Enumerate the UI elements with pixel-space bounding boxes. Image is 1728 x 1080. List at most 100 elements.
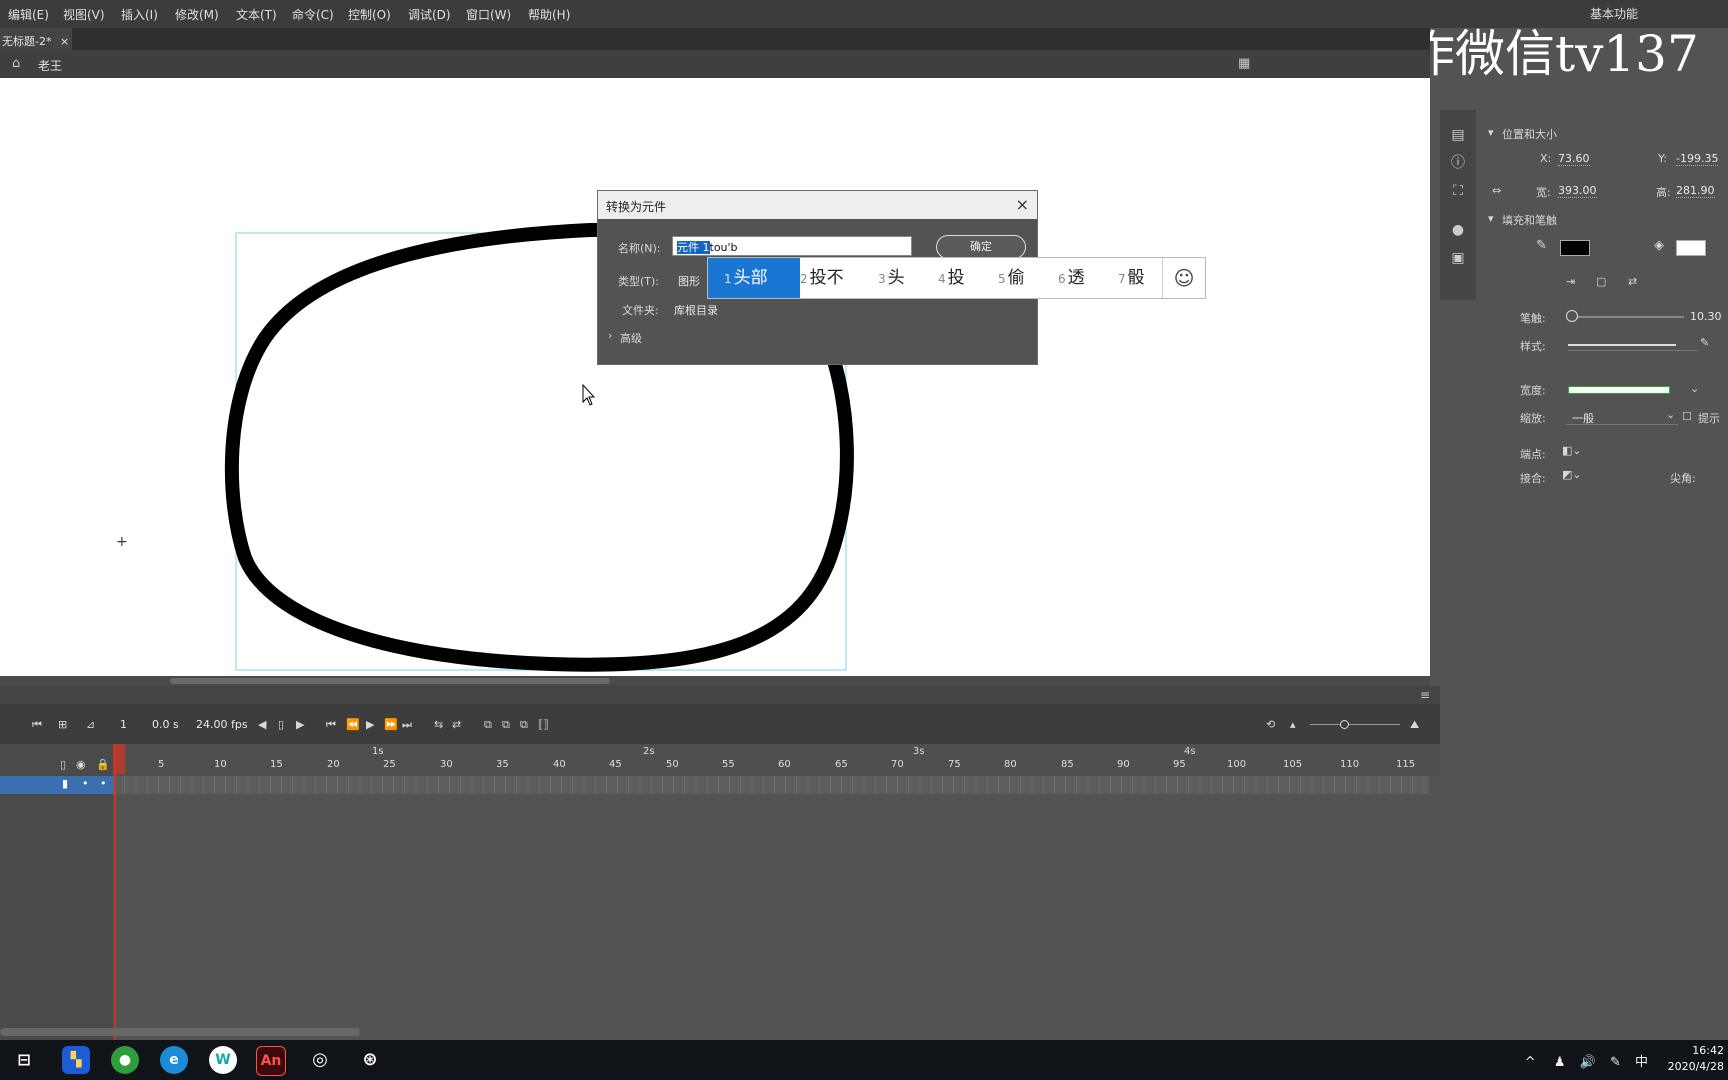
- step-back-icon[interactable]: ⏪: [346, 718, 360, 731]
- ok-button[interactable]: 确定: [936, 235, 1026, 259]
- menu-window[interactable]: 窗口(W): [466, 6, 511, 23]
- library-icon[interactable]: ▣: [1450, 250, 1466, 266]
- menu-view[interactable]: 视图(V): [63, 6, 105, 23]
- stroke-color-swatch[interactable]: [1560, 240, 1590, 256]
- layer-row-selected[interactable]: ▮ • •: [0, 776, 113, 794]
- go-last-icon[interactable]: ⏭: [402, 718, 412, 732]
- link-icon[interactable]: ⇔: [1492, 184, 1501, 197]
- tray-expand-icon[interactable]: ^: [1525, 1055, 1536, 1070]
- zoom-slider-thumb[interactable]: [1340, 720, 1349, 729]
- center-frame-icon[interactable]: ⇄: [452, 718, 461, 731]
- menu-text[interactable]: 文本(T): [236, 6, 277, 23]
- app-icon-recorder[interactable]: ⊛: [356, 1046, 384, 1074]
- app-icon-wechat[interactable]: ●: [111, 1046, 139, 1074]
- hint-checkbox[interactable]: ☐: [1682, 410, 1692, 423]
- eye-icon[interactable]: ◉: [76, 758, 86, 771]
- chevron-right-icon[interactable]: ›: [608, 329, 612, 342]
- close-icon[interactable]: ×: [60, 35, 69, 48]
- app-icon-store[interactable]: ▚: [62, 1046, 90, 1074]
- tray-app-icon[interactable]: ♟: [1554, 1055, 1566, 1070]
- layer-lock-dot[interactable]: •: [100, 777, 107, 790]
- close-icon[interactable]: ×: [1016, 195, 1029, 214]
- ime-candidate[interactable]: 4投: [938, 258, 965, 298]
- menu-modify[interactable]: 修改(M): [175, 6, 219, 23]
- advanced-toggle[interactable]: 高级: [620, 330, 642, 346]
- info-icon[interactable]: ⓘ: [1450, 155, 1466, 171]
- no-color-icon[interactable]: ▢: [1596, 275, 1606, 288]
- menu-insert[interactable]: 插入(I): [121, 6, 158, 23]
- fill-color-swatch[interactable]: [1676, 240, 1706, 256]
- layer-visible-dot[interactable]: •: [82, 777, 89, 790]
- x-value[interactable]: 73.60: [1558, 152, 1590, 166]
- folder-link[interactable]: 库根目录: [674, 302, 718, 318]
- taskbar-clock[interactable]: 16:42 2020/4/28: [1668, 1043, 1724, 1075]
- ime-candidate[interactable]: 1 头部: [708, 258, 800, 298]
- transform-icon[interactable]: ⛶: [1450, 183, 1466, 199]
- onion-outline-icon[interactable]: ⧉: [502, 718, 510, 732]
- edit-multiple-icon[interactable]: ⧉: [520, 718, 528, 732]
- stage-scroll-thumb[interactable]: [170, 678, 610, 684]
- y-value[interactable]: -199.35: [1676, 152, 1719, 166]
- cap-style-icon[interactable]: ◧⌄: [1562, 444, 1582, 457]
- ime-indicator[interactable]: 中: [1635, 1055, 1648, 1070]
- onion-skin-icon[interactable]: ⧉: [484, 718, 492, 732]
- chevron-down-icon[interactable]: ⌄: [1690, 382, 1699, 395]
- layer-tree-icon[interactable]: ⊞: [58, 718, 67, 731]
- app-icon-browser[interactable]: e: [160, 1046, 188, 1074]
- playhead-line[interactable]: [114, 744, 116, 1040]
- swap-icon[interactable]: ⇄: [1628, 275, 1637, 288]
- emoji-icon[interactable]: ☺: [1162, 258, 1205, 298]
- graph-icon[interactable]: ⊿: [86, 718, 95, 731]
- clapper-icon[interactable]: ▦: [1238, 56, 1250, 71]
- step-forward-icon[interactable]: ⏩: [384, 718, 398, 731]
- volume-icon[interactable]: 🔊: [1580, 1055, 1596, 1070]
- chevron-down-icon[interactable]: ⌄: [1666, 408, 1675, 421]
- height-value[interactable]: 281.90: [1676, 184, 1715, 198]
- collapse-icon[interactable]: ▾: [1488, 126, 1494, 139]
- stroke-slider-track[interactable]: [1572, 316, 1684, 318]
- prev-keyframe-icon[interactable]: ◀: [258, 718, 266, 731]
- app-icon-w[interactable]: W: [209, 1046, 237, 1074]
- swap-colors-icon[interactable]: ⇥: [1566, 275, 1575, 288]
- frame-cells[interactable]: [113, 776, 1429, 794]
- style-dropdown[interactable]: [1568, 334, 1698, 351]
- lock-icon[interactable]: 🔒: [96, 758, 110, 771]
- panel-menu-icon[interactable]: ≡: [1420, 688, 1430, 702]
- section-position-size[interactable]: 位置和大小: [1502, 126, 1557, 142]
- menu-debug[interactable]: 调试(D): [408, 6, 451, 23]
- elapsed-time[interactable]: 0.0 s: [152, 718, 179, 731]
- menu-edit[interactable]: 编辑(E): [8, 6, 49, 23]
- width-profile-preview[interactable]: [1568, 386, 1670, 394]
- frame-rate[interactable]: 24.00 fps: [196, 718, 248, 731]
- next-keyframe-icon[interactable]: ▶: [296, 718, 304, 731]
- onion-markers-icon[interactable]: ⟦⟧: [538, 718, 549, 731]
- section-fill-stroke[interactable]: 填充和笔触: [1502, 212, 1557, 228]
- menu-command[interactable]: 命令(C): [292, 6, 334, 23]
- reset-zoom-icon[interactable]: ⟲: [1266, 718, 1275, 731]
- ime-candidate[interactable]: 6透: [1058, 258, 1085, 298]
- ime-candidate[interactable]: 2 投不: [800, 258, 844, 298]
- play-icon[interactable]: ▶: [366, 718, 374, 731]
- stage-canvas[interactable]: +: [0, 78, 1430, 676]
- align-icon[interactable]: ▤: [1450, 127, 1466, 143]
- color-icon[interactable]: ●: [1450, 222, 1466, 238]
- type-select[interactable]: 图形: [678, 273, 700, 289]
- ime-candidate[interactable]: 3头: [878, 258, 905, 298]
- zoom-in-icon[interactable]: ⛰: [1410, 718, 1419, 732]
- symbol-name-input[interactable]: 元件 1tou'b: [672, 236, 912, 256]
- task-view-icon[interactable]: ⊟: [10, 1046, 38, 1074]
- timeline-scrollbar[interactable]: [0, 1028, 360, 1036]
- pen-icon[interactable]: ✎: [1610, 1055, 1621, 1070]
- menu-control[interactable]: 控制(O): [348, 6, 391, 23]
- insert-keyframe-icon[interactable]: ▯: [278, 718, 284, 731]
- join-style-icon[interactable]: ◩⌄: [1562, 468, 1582, 481]
- layer-highlight-icon[interactable]: ▯: [60, 758, 66, 771]
- edit-style-icon[interactable]: ✎: [1700, 336, 1709, 349]
- scene-name[interactable]: 老王: [38, 57, 62, 74]
- zoom-slider-track[interactable]: [1310, 724, 1400, 725]
- current-frame[interactable]: 1: [120, 718, 127, 731]
- ime-candidate[interactable]: 7骰: [1118, 258, 1145, 298]
- app-icon-animate[interactable]: An: [256, 1046, 286, 1076]
- app-icon-capture[interactable]: ◎: [306, 1046, 334, 1074]
- stroke-slider-thumb[interactable]: [1566, 310, 1578, 322]
